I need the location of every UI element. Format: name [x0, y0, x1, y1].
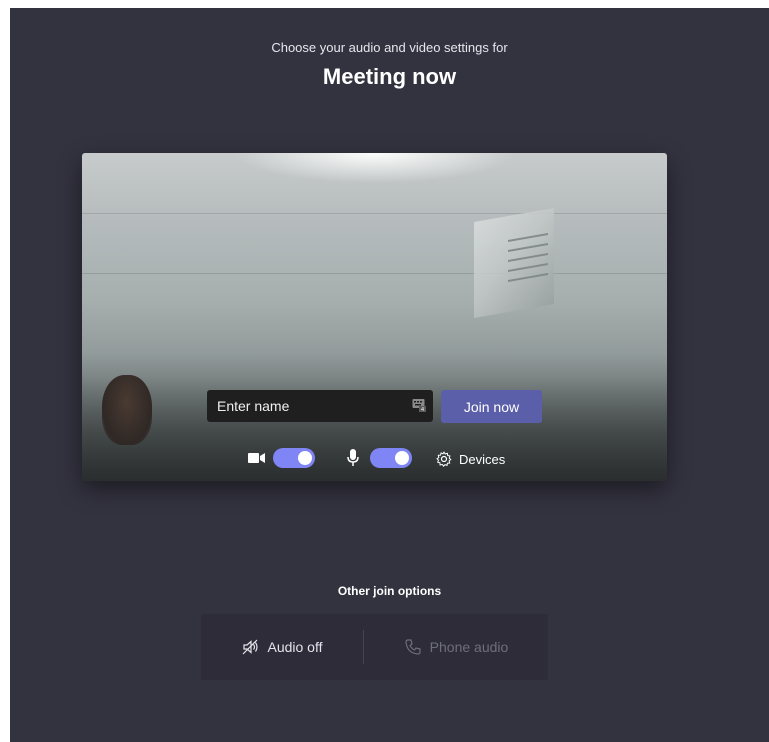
audio-off-label: Audio off [267, 639, 323, 655]
device-controls: Devices [82, 446, 667, 472]
other-join-options-label: Other join options [337, 584, 442, 598]
phone-audio-button[interactable]: Phone audio [364, 614, 548, 680]
wall-object [102, 375, 152, 445]
name-input[interactable] [207, 390, 433, 422]
microphone-icon [347, 449, 359, 466]
devices-button[interactable]: Devices [436, 448, 505, 470]
video-preview: 4 Join now [82, 153, 667, 481]
audio-toggle[interactable] [370, 448, 412, 468]
ceiling-tile-line [82, 273, 667, 274]
meeting-title: Meeting now [322, 64, 457, 89]
devices-label: Devices [459, 451, 506, 467]
camera-icon [248, 453, 265, 463]
join-now-button[interactable]: Join now [441, 390, 542, 423]
toggle-knob [395, 451, 409, 465]
speaker-off-icon [243, 639, 259, 655]
prejoin-screen: Choose your audio and video settings for… [10, 8, 769, 742]
svg-text:4: 4 [421, 407, 424, 412]
audio-off-button[interactable]: Audio off [201, 614, 363, 680]
ceiling-vent [474, 207, 554, 319]
video-toggle[interactable] [273, 448, 315, 468]
other-join-options-panel: Audio off Phone audio [201, 614, 548, 680]
phone-icon [405, 639, 421, 655]
toggle-knob [298, 451, 312, 465]
gear-icon [436, 451, 452, 467]
settings-subtitle: Choose your audio and video settings for [271, 40, 508, 55]
ceiling-tile-line [82, 213, 667, 214]
phone-audio-label: Phone audio [429, 639, 509, 655]
keyboard-icon[interactable]: 4 [412, 398, 426, 412]
